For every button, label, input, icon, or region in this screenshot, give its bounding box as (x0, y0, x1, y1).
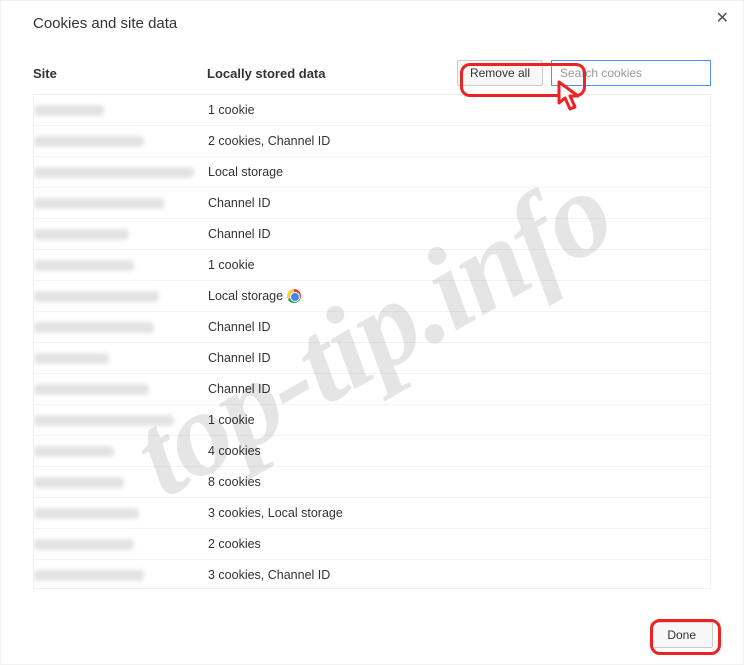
site-cell (34, 384, 208, 395)
header-row: Site Locally stored data Remove all (21, 56, 723, 94)
data-cell: 1 cookie (208, 258, 710, 272)
data-cell: 3 cookies, Local storage (208, 506, 710, 520)
table-row[interactable]: Channel ID (34, 312, 710, 343)
site-cell (34, 508, 208, 519)
stored-data-label: 1 cookie (208, 103, 255, 117)
stored-data-label: 3 cookies, Local storage (208, 506, 343, 520)
site-name-redacted (34, 167, 194, 178)
site-name-redacted (34, 570, 144, 581)
site-name-redacted (34, 384, 149, 395)
site-cell (34, 477, 208, 488)
chrome-icon (287, 289, 301, 303)
site-cell (34, 167, 208, 178)
cookies-list-scroll[interactable]: 1 cookie 2 cookies, Channel ID Local stora… (34, 95, 710, 588)
data-cell: Channel ID (208, 351, 710, 365)
data-cell: 2 cookies (208, 537, 710, 551)
stored-data-label: 4 cookies (208, 444, 261, 458)
site-cell (34, 105, 208, 116)
site-cell (34, 136, 208, 147)
data-cell: 3 cookies, Channel ID (208, 568, 710, 582)
site-cell (34, 570, 208, 581)
dialog-title: Cookies and site data (33, 15, 723, 32)
site-name-redacted (34, 539, 134, 550)
data-cell: Channel ID (208, 196, 710, 210)
column-header-data: Locally stored data (207, 66, 457, 81)
site-cell (34, 446, 208, 457)
dialog-footer: Done (650, 622, 713, 648)
table-row[interactable]: 3 cookies, Channel ID (34, 560, 710, 588)
table-row[interactable]: 8 cookies (34, 467, 710, 498)
table-row[interactable]: 1 cookie (34, 95, 710, 126)
stored-data-label: Local storage (208, 165, 283, 179)
site-cell (34, 229, 208, 240)
site-cell (34, 539, 208, 550)
stored-data-label: Channel ID (208, 382, 271, 396)
table-row[interactable]: 3 cookies, Local storage (34, 498, 710, 529)
site-name-redacted (34, 229, 129, 240)
site-cell (34, 322, 208, 333)
search-input[interactable] (551, 60, 711, 86)
stored-data-label: 2 cookies (208, 537, 261, 551)
table-row[interactable]: Channel ID (34, 374, 710, 405)
cookies-dialog: ✕ Cookies and site data Site Locally sto… (0, 0, 744, 665)
site-name-redacted (34, 291, 159, 302)
site-name-redacted (34, 136, 144, 147)
table-row[interactable]: 1 cookie (34, 250, 710, 281)
site-name-redacted (34, 353, 109, 364)
site-name-redacted (34, 446, 114, 457)
table-row[interactable]: Local storage (34, 281, 710, 312)
stored-data-label: Local storage (208, 289, 283, 303)
stored-data-label: 1 cookie (208, 413, 255, 427)
data-cell: Channel ID (208, 320, 710, 334)
data-cell: Local storage (208, 289, 710, 303)
data-cell: Channel ID (208, 382, 710, 396)
site-name-redacted (34, 322, 154, 333)
data-cell: Channel ID (208, 227, 710, 241)
table-row[interactable]: 2 cookies (34, 529, 710, 560)
data-cell: 2 cookies, Channel ID (208, 134, 710, 148)
site-name-redacted (34, 260, 134, 271)
stored-data-label: 8 cookies (208, 475, 261, 489)
site-name-redacted (34, 477, 124, 488)
stored-data-label: Channel ID (208, 351, 271, 365)
stored-data-label: Channel ID (208, 227, 271, 241)
table-row[interactable]: 2 cookies, Channel ID (34, 126, 710, 157)
table-row[interactable]: Local storage (34, 157, 710, 188)
cookies-list-container: 1 cookie 2 cookies, Channel ID Local stora… (33, 94, 711, 589)
site-cell (34, 415, 208, 426)
data-cell: Local storage (208, 165, 710, 179)
table-row[interactable]: Channel ID (34, 219, 710, 250)
table-row[interactable]: 4 cookies (34, 436, 710, 467)
stored-data-label: 3 cookies, Channel ID (208, 568, 330, 582)
remove-all-button[interactable]: Remove all (457, 60, 543, 86)
stored-data-label: Channel ID (208, 320, 271, 334)
table-row[interactable]: 1 cookie (34, 405, 710, 436)
site-cell (34, 291, 208, 302)
site-name-redacted (34, 415, 174, 426)
table-row[interactable]: Channel ID (34, 188, 710, 219)
site-name-redacted (34, 105, 104, 116)
data-cell: 4 cookies (208, 444, 710, 458)
data-cell: 1 cookie (208, 413, 710, 427)
done-button[interactable]: Done (650, 622, 713, 648)
column-header-site: Site (33, 66, 207, 81)
site-cell (34, 353, 208, 364)
data-cell: 8 cookies (208, 475, 710, 489)
close-icon[interactable]: ✕ (716, 11, 729, 27)
table-row[interactable]: Channel ID (34, 343, 710, 374)
site-cell (34, 198, 208, 209)
site-name-redacted (34, 508, 139, 519)
site-name-redacted (34, 198, 164, 209)
stored-data-label: Channel ID (208, 196, 271, 210)
stored-data-label: 1 cookie (208, 258, 255, 272)
site-cell (34, 260, 208, 271)
data-cell: 1 cookie (208, 103, 710, 117)
stored-data-label: 2 cookies, Channel ID (208, 134, 330, 148)
